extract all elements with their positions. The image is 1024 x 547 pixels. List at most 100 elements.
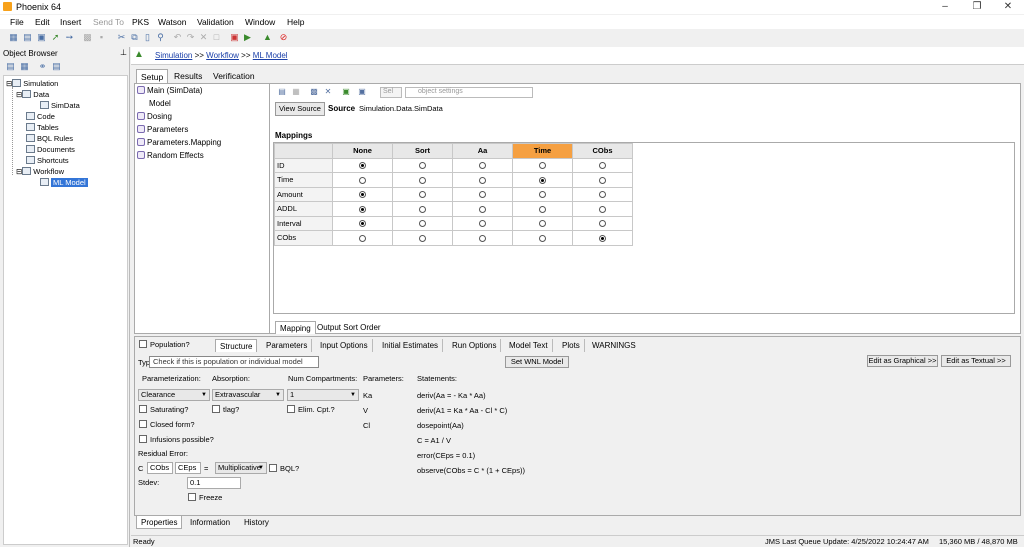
model-tree-model[interactable]: Model <box>149 99 171 108</box>
menu-watson[interactable]: Watson <box>158 17 187 27</box>
tab-model-text[interactable]: Model Text <box>505 339 553 352</box>
paste-icon[interactable]: ▯ <box>142 32 153 43</box>
breadcrumb-simulation[interactable]: Simulation <box>155 51 192 60</box>
cobs-field[interactable]: CObs <box>147 462 173 474</box>
population-checkbox[interactable]: Population? <box>139 340 190 349</box>
mapping-radio[interactable] <box>479 162 486 170</box>
mapping-radio[interactable] <box>359 205 366 213</box>
tree-item-simdata[interactable]: SimData <box>40 101 80 110</box>
edit-as-graphical-button[interactable]: Edit as Graphical >> <box>867 355 938 367</box>
mapping-radio[interactable] <box>599 205 606 213</box>
menu-file[interactable]: File <box>10 17 24 27</box>
mapping-radio[interactable] <box>359 176 366 184</box>
delete-icon[interactable]: ✕ <box>198 32 209 43</box>
clear-icon[interactable]: ✕ <box>323 87 333 97</box>
execute-icon[interactable]: ▶ <box>242 32 253 43</box>
model-tree-main[interactable]: Main (SimData) <box>137 86 203 95</box>
cut-icon[interactable]: ✂ <box>116 32 127 43</box>
mapping-radio[interactable] <box>419 205 426 213</box>
tab-history[interactable]: History <box>240 516 273 529</box>
column-header[interactable]: CObs <box>572 143 633 159</box>
mapping-radio[interactable] <box>479 234 486 242</box>
mapping-radio[interactable] <box>599 234 606 242</box>
ceps-field[interactable]: CEps <box>175 462 201 474</box>
close-icon[interactable]: ✕ <box>993 1 1023 13</box>
menu-help[interactable]: Help <box>287 17 304 27</box>
tab-run-options[interactable]: Run Options <box>448 339 502 352</box>
mapping-radio[interactable] <box>479 191 486 199</box>
mapping-radio[interactable] <box>539 162 546 170</box>
breadcrumb-workflow[interactable]: Workflow <box>206 51 239 60</box>
mapping-radio[interactable] <box>359 220 366 228</box>
infusions-checkbox[interactable]: Infusions possible? <box>139 435 214 444</box>
undo-icon[interactable]: ↶ <box>172 32 183 43</box>
select-dropdown[interactable]: Sel <box>380 87 402 98</box>
save-settings-icon[interactable]: ▣ <box>357 87 367 97</box>
column-header[interactable]: Aa <box>452 143 513 159</box>
mapping-radio[interactable] <box>479 176 486 184</box>
column-header[interactable]: Time <box>512 143 573 159</box>
tab-properties[interactable]: Properties <box>136 516 183 529</box>
model-tree-parameters-mapping[interactable]: Parameters.Mapping <box>137 138 221 147</box>
open-folder-icon[interactable]: ▤ <box>277 87 287 97</box>
tree-item-shortcuts[interactable]: Shortcuts <box>26 156 69 165</box>
num-compartments-select[interactable]: 1 ▼ <box>287 389 359 401</box>
export-settings-icon[interactable]: ▣ <box>341 87 351 97</box>
error-model-select[interactable]: Multiplicative ▼ <box>215 462 267 474</box>
menu-pks[interactable]: PKS <box>132 17 149 27</box>
breadcrumb-ml-model[interactable]: ML Model <box>253 51 288 60</box>
find-icon[interactable]: ⚲ <box>155 32 166 43</box>
tab-output-sort-order[interactable]: Output Sort Order <box>313 321 385 334</box>
mapping-radio[interactable] <box>539 176 546 184</box>
column-header[interactable]: Sort <box>392 143 453 159</box>
model-tree-dosing[interactable]: Dosing <box>137 112 172 121</box>
parameterization-select[interactable]: Clearance ▼ <box>138 389 210 401</box>
model-tree-parameters[interactable]: Parameters <box>137 125 188 134</box>
freeze-checkbox[interactable]: Freeze <box>188 493 222 502</box>
tree-item-bql-rules[interactable]: BQL Rules <box>26 134 73 143</box>
mapping-radio[interactable] <box>419 220 426 228</box>
tab-mapping[interactable]: Mapping <box>275 321 316 334</box>
object-settings-input[interactable]: object settings <box>405 87 533 98</box>
mapping-radio[interactable] <box>539 191 546 199</box>
closed-form-checkbox[interactable]: Closed form? <box>139 420 195 429</box>
tab-setup[interactable]: Setup <box>136 69 169 83</box>
tab-plots[interactable]: Plots <box>558 339 585 352</box>
mapping-radio[interactable] <box>599 176 606 184</box>
maximize-icon[interactable]: ❐ <box>962 1 992 13</box>
tree-item-workflow[interactable]: ⊟ Workflow <box>16 167 64 176</box>
bql-checkbox[interactable]: BQL? <box>269 464 299 473</box>
mapping-radio[interactable] <box>359 162 366 170</box>
tree-item-data[interactable]: ⊟ Data <box>16 90 49 99</box>
tree-item-simulation[interactable]: ⊟ Simulation <box>6 79 58 88</box>
mapping-radio[interactable] <box>419 234 426 242</box>
refresh-icon[interactable]: ▤ <box>51 61 62 72</box>
expand-icon[interactable]: ▦ <box>19 61 30 72</box>
import-icon[interactable]: ➚ <box>50 32 61 43</box>
menu-window[interactable]: Window <box>245 17 275 27</box>
tree-item-code[interactable]: Code <box>26 112 55 121</box>
tab-warnings[interactable]: WARNINGS <box>588 339 640 352</box>
view-source-button[interactable]: View Source <box>275 102 325 116</box>
tab-verification[interactable]: Verification <box>209 69 259 83</box>
mapping-radio[interactable] <box>419 162 426 170</box>
print-preview-icon[interactable]: ▪ <box>96 32 107 43</box>
menu-insert[interactable]: Insert <box>60 17 81 27</box>
stdev-field[interactable]: 0.1 <box>187 477 241 489</box>
mapping-radio[interactable] <box>419 191 426 199</box>
menu-validation[interactable]: Validation <box>197 17 234 27</box>
tab-parameters[interactable]: Parameters <box>262 339 313 352</box>
mapping-radio[interactable] <box>479 205 486 213</box>
export-icon[interactable]: ➙ <box>64 32 75 43</box>
mapping-radio[interactable] <box>419 176 426 184</box>
tab-input-options[interactable]: Input Options <box>316 339 373 352</box>
stop-icon[interactable]: ⊘ <box>278 32 289 43</box>
navigate-up-icon[interactable]: ▲ <box>134 50 144 60</box>
tab-results[interactable]: Results <box>170 69 206 83</box>
print-icon[interactable]: ▩ <box>82 32 93 43</box>
tree-item-documents[interactable]: Documents <box>26 145 75 154</box>
absorption-select[interactable]: Extravascular ▼ <box>212 389 284 401</box>
new-project-icon[interactable]: ▦ <box>8 32 19 43</box>
saturating-checkbox[interactable]: Saturating? <box>139 405 188 414</box>
model-tree-random-effects[interactable]: Random Effects <box>137 151 204 160</box>
